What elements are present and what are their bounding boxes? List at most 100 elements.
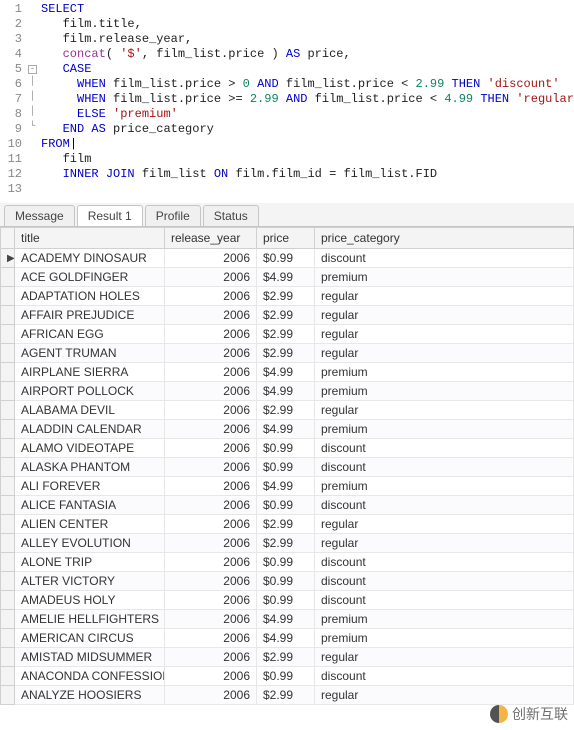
cell-release-year[interactable]: 2006 xyxy=(165,648,257,667)
cell-release-year[interactable]: 2006 xyxy=(165,610,257,629)
cell-title[interactable]: ALI FOREVER xyxy=(15,477,165,496)
cell-price-category[interactable]: discount xyxy=(315,553,574,572)
table-row[interactable]: ACE GOLDFINGER2006$4.99premium xyxy=(1,268,574,287)
table-row[interactable]: AIRPORT POLLOCK2006$4.99premium xyxy=(1,382,574,401)
cell-price[interactable]: $4.99 xyxy=(257,629,315,648)
cell-title[interactable]: ALADDIN CALENDAR xyxy=(15,420,165,439)
cell-price[interactable]: $2.99 xyxy=(257,344,315,363)
table-row[interactable]: ALLEY EVOLUTION2006$2.99regular xyxy=(1,534,574,553)
table-row[interactable]: AIRPLANE SIERRA2006$4.99premium xyxy=(1,363,574,382)
cell-title[interactable]: AIRPLANE SIERRA xyxy=(15,363,165,382)
cell-price-category[interactable]: discount xyxy=(315,572,574,591)
cell-release-year[interactable]: 2006 xyxy=(165,306,257,325)
cell-release-year[interactable]: 2006 xyxy=(165,477,257,496)
cell-price[interactable]: $0.99 xyxy=(257,572,315,591)
cell-price-category[interactable]: discount xyxy=(315,249,574,268)
cell-release-year[interactable]: 2006 xyxy=(165,686,257,705)
cell-title[interactable]: ALAMO VIDEOTAPE xyxy=(15,439,165,458)
cell-price[interactable]: $4.99 xyxy=(257,268,315,287)
cell-price-category[interactable]: premium xyxy=(315,420,574,439)
cell-release-year[interactable]: 2006 xyxy=(165,553,257,572)
editor-fold-column[interactable]: -│││└ xyxy=(28,0,37,199)
cell-title[interactable]: AMELIE HELLFIGHTERS xyxy=(15,610,165,629)
table-row[interactable]: AMADEUS HOLY2006$0.99discount xyxy=(1,591,574,610)
tab-profile[interactable]: Profile xyxy=(145,205,201,226)
cell-title[interactable]: ALICE FANTASIA xyxy=(15,496,165,515)
col-price[interactable]: price xyxy=(257,228,315,249)
cell-release-year[interactable]: 2006 xyxy=(165,287,257,306)
cell-price-category[interactable]: discount xyxy=(315,591,574,610)
cell-price[interactable]: $2.99 xyxy=(257,534,315,553)
cell-price-category[interactable]: premium xyxy=(315,477,574,496)
table-row[interactable]: ALABAMA DEVIL2006$2.99regular xyxy=(1,401,574,420)
cell-price-category[interactable]: regular xyxy=(315,325,574,344)
cell-title[interactable]: ACE GOLDFINGER xyxy=(15,268,165,287)
table-row[interactable]: ALASKA PHANTOM2006$0.99discount xyxy=(1,458,574,477)
cell-release-year[interactable]: 2006 xyxy=(165,458,257,477)
cell-price-category[interactable]: regular xyxy=(315,287,574,306)
col-title[interactable]: title xyxy=(15,228,165,249)
cell-title[interactable]: ALABAMA DEVIL xyxy=(15,401,165,420)
table-row[interactable]: ALICE FANTASIA2006$0.99discount xyxy=(1,496,574,515)
table-row[interactable]: AGENT TRUMAN2006$2.99regular xyxy=(1,344,574,363)
cell-price[interactable]: $4.99 xyxy=(257,477,315,496)
table-row[interactable]: ALI FOREVER2006$4.99premium xyxy=(1,477,574,496)
cell-price-category[interactable]: premium xyxy=(315,610,574,629)
cell-release-year[interactable]: 2006 xyxy=(165,420,257,439)
cell-release-year[interactable]: 2006 xyxy=(165,591,257,610)
cell-title[interactable]: AFRICAN EGG xyxy=(15,325,165,344)
table-row[interactable]: AFRICAN EGG2006$2.99regular xyxy=(1,325,574,344)
cell-price-category[interactable]: discount xyxy=(315,458,574,477)
col-price-category[interactable]: price_category xyxy=(315,228,574,249)
cell-price[interactable]: $2.99 xyxy=(257,686,315,705)
result-grid[interactable]: title release_year price price_category … xyxy=(0,227,574,705)
cell-price-category[interactable]: regular xyxy=(315,306,574,325)
tab-status[interactable]: Status xyxy=(203,205,259,226)
table-row[interactable]: ALADDIN CALENDAR2006$4.99premium xyxy=(1,420,574,439)
editor-code[interactable]: SELECT film.title, film.release_year, co… xyxy=(37,0,574,199)
cell-price[interactable]: $0.99 xyxy=(257,591,315,610)
cell-title[interactable]: ANACONDA CONFESSIONS xyxy=(15,667,165,686)
cell-title[interactable]: ADAPTATION HOLES xyxy=(15,287,165,306)
table-row[interactable]: ALONE TRIP2006$0.99discount xyxy=(1,553,574,572)
cell-price[interactable]: $4.99 xyxy=(257,610,315,629)
col-release-year[interactable]: release_year xyxy=(165,228,257,249)
cell-release-year[interactable]: 2006 xyxy=(165,515,257,534)
cell-price-category[interactable]: premium xyxy=(315,268,574,287)
cell-release-year[interactable]: 2006 xyxy=(165,401,257,420)
cell-price[interactable]: $0.99 xyxy=(257,496,315,515)
cell-title[interactable]: ALLEY EVOLUTION xyxy=(15,534,165,553)
cell-price[interactable]: $2.99 xyxy=(257,648,315,667)
cell-price-category[interactable]: premium xyxy=(315,382,574,401)
cell-title[interactable]: AIRPORT POLLOCK xyxy=(15,382,165,401)
cell-release-year[interactable]: 2006 xyxy=(165,363,257,382)
cell-price[interactable]: $4.99 xyxy=(257,382,315,401)
cell-title[interactable]: ALIEN CENTER xyxy=(15,515,165,534)
cell-release-year[interactable]: 2006 xyxy=(165,439,257,458)
table-row[interactable]: ANACONDA CONFESSIONS2006$0.99discount xyxy=(1,667,574,686)
cell-price[interactable]: $2.99 xyxy=(257,401,315,420)
cell-price[interactable]: $4.99 xyxy=(257,420,315,439)
cell-release-year[interactable]: 2006 xyxy=(165,344,257,363)
cell-title[interactable]: ALTER VICTORY xyxy=(15,572,165,591)
cell-price-category[interactable]: regular xyxy=(315,686,574,705)
cell-title[interactable]: ACADEMY DINOSAUR xyxy=(15,249,165,268)
table-row[interactable]: AMELIE HELLFIGHTERS2006$4.99premium xyxy=(1,610,574,629)
cell-release-year[interactable]: 2006 xyxy=(165,667,257,686)
table-row[interactable]: ALIEN CENTER2006$2.99regular xyxy=(1,515,574,534)
cell-title[interactable]: ALASKA PHANTOM xyxy=(15,458,165,477)
table-row[interactable]: ALAMO VIDEOTAPE2006$0.99discount xyxy=(1,439,574,458)
cell-title[interactable]: AFFAIR PREJUDICE xyxy=(15,306,165,325)
cell-title[interactable]: ANALYZE HOOSIERS xyxy=(15,686,165,705)
cell-release-year[interactable]: 2006 xyxy=(165,534,257,553)
cell-price-category[interactable]: premium xyxy=(315,629,574,648)
cell-price-category[interactable]: regular xyxy=(315,344,574,363)
table-row[interactable]: AFFAIR PREJUDICE2006$2.99regular xyxy=(1,306,574,325)
cell-price[interactable]: $4.99 xyxy=(257,363,315,382)
cell-release-year[interactable]: 2006 xyxy=(165,572,257,591)
cell-release-year[interactable]: 2006 xyxy=(165,249,257,268)
cell-price[interactable]: $0.99 xyxy=(257,439,315,458)
cell-price-category[interactable]: discount xyxy=(315,439,574,458)
cell-price-category[interactable]: regular xyxy=(315,401,574,420)
cell-title[interactable]: AMADEUS HOLY xyxy=(15,591,165,610)
